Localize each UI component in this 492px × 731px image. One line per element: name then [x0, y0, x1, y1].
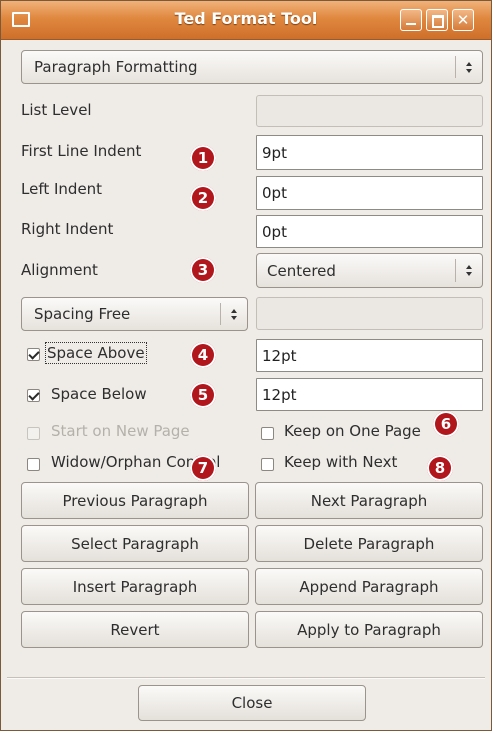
- space-below-label[interactable]: Space Below: [51, 385, 147, 403]
- list-level-label: List Level: [21, 101, 92, 119]
- insert-paragraph-button[interactable]: Insert Paragraph: [21, 568, 249, 605]
- start-on-new-page-checkbox: [27, 427, 40, 440]
- alignment-label: Alignment: [21, 261, 98, 279]
- first-line-indent-field[interactable]: 9pt: [256, 135, 483, 170]
- delete-paragraph-button[interactable]: Delete Paragraph: [255, 525, 483, 562]
- separator: [7, 677, 485, 679]
- left-indent-label: Left Indent: [21, 180, 103, 198]
- apply-to-paragraph-button[interactable]: Apply to Paragraph: [255, 611, 483, 648]
- list-level-field: [256, 95, 483, 127]
- start-on-new-page-label: Start on New Page: [51, 422, 190, 440]
- first-line-indent-label: First Line Indent: [21, 142, 142, 160]
- maximize-icon: [432, 15, 444, 28]
- minimize-button[interactable]: [400, 9, 422, 31]
- next-paragraph-button[interactable]: Next Paragraph: [255, 482, 483, 519]
- alignment-combo[interactable]: Centered: [256, 253, 483, 288]
- keep-on-one-page-checkbox[interactable]: [261, 427, 274, 440]
- space-above-checkbox[interactable]: [27, 348, 40, 361]
- minimize-icon: [406, 23, 416, 25]
- close-icon: ✕: [456, 11, 470, 29]
- spacing-value: Spacing Free: [34, 305, 131, 323]
- append-paragraph-button[interactable]: Append Paragraph: [255, 568, 483, 605]
- widow-orphan-control-checkbox[interactable]: [27, 458, 40, 471]
- combo-arrows-icon: [455, 259, 482, 282]
- page-selector-combo[interactable]: Paragraph Formatting: [21, 50, 483, 84]
- callout-7: 7: [190, 455, 216, 481]
- format-tool-window: Ted Format Tool ✕ Paragraph Formatting L…: [0, 0, 492, 731]
- maximize-button[interactable]: [426, 9, 448, 31]
- space-below-field[interactable]: 12pt: [256, 378, 483, 411]
- callout-5: 5: [190, 382, 216, 408]
- right-indent-field[interactable]: 0pt: [256, 215, 483, 248]
- page-selector-value: Paragraph Formatting: [34, 58, 198, 76]
- keep-with-next-label[interactable]: Keep with Next: [284, 453, 397, 471]
- select-paragraph-button[interactable]: Select Paragraph: [21, 525, 249, 562]
- revert-button[interactable]: Revert: [21, 611, 249, 648]
- space-below-checkbox[interactable]: [27, 389, 40, 402]
- keep-with-next-checkbox[interactable]: [261, 458, 274, 471]
- callout-8: 8: [427, 455, 453, 481]
- right-indent-label: Right Indent: [21, 220, 114, 238]
- callout-3: 3: [190, 257, 216, 283]
- spacing-field: [256, 297, 483, 330]
- space-above-label[interactable]: Space Above: [45, 342, 147, 364]
- callout-2: 2: [190, 185, 216, 211]
- alignment-value: Centered: [267, 261, 336, 280]
- callout-6: 6: [433, 411, 459, 437]
- combo-arrows-icon: [220, 303, 247, 325]
- callout-4: 4: [190, 342, 216, 368]
- keep-on-one-page-label[interactable]: Keep on One Page: [284, 422, 421, 440]
- title-bar[interactable]: Ted Format Tool ✕: [1, 1, 491, 40]
- close-button[interactable]: Close: [138, 685, 366, 721]
- callout-1: 1: [190, 145, 216, 171]
- previous-paragraph-button[interactable]: Previous Paragraph: [21, 482, 249, 519]
- close-window-button[interactable]: ✕: [452, 9, 474, 31]
- left-indent-field[interactable]: 0pt: [256, 176, 483, 210]
- combo-arrows-icon: [455, 56, 482, 78]
- space-above-field[interactable]: 12pt: [256, 339, 483, 372]
- spacing-combo[interactable]: Spacing Free: [21, 297, 248, 331]
